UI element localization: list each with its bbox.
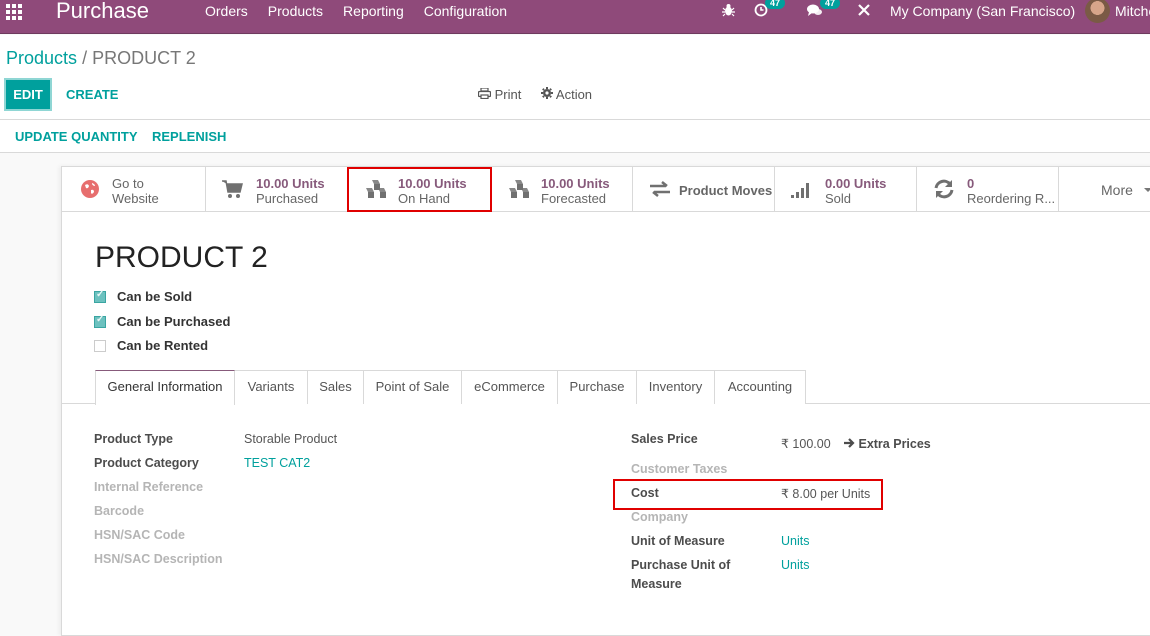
sales-price-label: Sales Price <box>631 432 698 446</box>
purchased-button[interactable]: 10.00 Units Purchased <box>206 167 348 211</box>
product-type-value: Storable Product <box>244 432 338 446</box>
activity-count-badge: 47 <box>765 0 786 9</box>
print-button[interactable]: Print <box>477 87 522 102</box>
barcode-label: Barcode <box>94 504 145 518</box>
internal-reference-label: Internal Reference <box>94 480 204 494</box>
product-type-label: Product Type <box>94 432 173 446</box>
can-be-rented-label[interactable]: Can be Rented <box>117 338 208 353</box>
control-panel: Products / PRODUCT 2 EDIT CREATE Print A… <box>0 35 1150 153</box>
breadcrumb-current: PRODUCT 2 <box>92 48 196 68</box>
action-label: Action <box>555 87 593 102</box>
cart-icon <box>222 179 244 201</box>
go-to-label: Go to <box>112 176 144 191</box>
extra-prices-label: Extra Prices <box>858 437 931 451</box>
tab-ecommerce[interactable]: eCommerce <box>462 370 558 404</box>
product-moves-button[interactable]: Product Moves <box>633 167 775 211</box>
forecasted-button[interactable]: 10.00 Units Forecasted <box>491 167 633 211</box>
product-moves-label: Product Moves <box>679 183 773 198</box>
tab-point-of-sale[interactable]: Point of Sale <box>364 370 462 404</box>
breadcrumb-separator: / <box>82 48 88 68</box>
forecasted-value: 10.00 Units <box>541 176 610 191</box>
notebook-tabs: General Information Variants Sales Point… <box>62 370 1150 405</box>
forecasted-label: Forecasted <box>541 191 607 206</box>
print-label: Print <box>494 87 522 102</box>
tools-icon[interactable] <box>857 3 871 20</box>
hsn-sac-code-label: HSN/SAC Code <box>94 528 185 542</box>
caret-down-icon <box>1144 188 1150 192</box>
menu-configuration[interactable]: Configuration <box>424 3 507 19</box>
checkbox-checked[interactable] <box>94 314 106 328</box>
cubes-icon <box>507 179 529 201</box>
purchased-value: 10.00 Units <box>256 176 325 191</box>
product-category-label: Product Category <box>94 456 199 470</box>
sold-button[interactable]: 0.00 Units Sold <box>775 167 917 211</box>
exchange-icon <box>649 179 671 201</box>
customer-taxes-label: Customer Taxes <box>631 462 728 476</box>
go-to-website-button[interactable]: Go to Website <box>62 167 206 211</box>
extra-prices-button[interactable]: Extra Prices <box>844 437 931 451</box>
debug-bug-icon[interactable] <box>722 3 735 20</box>
printer-icon <box>477 87 492 102</box>
apps-menu-icon[interactable] <box>6 4 24 20</box>
control-panel-divider <box>0 119 1150 120</box>
globe-icon <box>80 179 102 201</box>
tab-variants[interactable]: Variants <box>235 370 308 404</box>
edit-button[interactable]: EDIT <box>4 78 52 111</box>
tab-accounting[interactable]: Accounting <box>715 370 806 404</box>
purchase-uom-label-line2: Measure <box>631 577 682 591</box>
purchased-label: Purchased <box>256 191 319 206</box>
company-label: Company <box>631 510 688 524</box>
website-label: Website <box>112 191 159 206</box>
sold-value: 0.00 Units <box>825 176 887 191</box>
can-be-sold-label[interactable]: Can be Sold <box>117 289 192 304</box>
refresh-icon <box>933 179 955 201</box>
cost-highlight-box <box>613 479 883 510</box>
create-button[interactable]: CREATE <box>66 87 118 102</box>
more-label: More <box>1101 182 1133 198</box>
user-avatar[interactable] <box>1085 0 1110 23</box>
user-name[interactable]: Mitche <box>1115 3 1150 19</box>
breadcrumb: Products / PRODUCT 2 <box>6 48 196 69</box>
tab-general-information[interactable]: General Information <box>95 370 235 405</box>
arrow-right-icon <box>844 437 855 451</box>
unit-of-measure-label: Unit of Measure <box>631 534 725 548</box>
top-navbar: Purchase Orders Products Reporting Confi… <box>0 0 1150 34</box>
gear-icon <box>541 87 553 102</box>
smart-button-box: Go to Website 10.00 Units Purchased 10.0… <box>62 167 1150 212</box>
unit-of-measure-link[interactable]: Units <box>781 534 809 548</box>
product-category-link[interactable]: TEST CAT2 <box>244 456 310 470</box>
product-name: PRODUCT 2 <box>95 241 268 274</box>
more-button[interactable]: More <box>1059 167 1150 211</box>
signal-icon <box>791 179 813 201</box>
tab-purchase[interactable]: Purchase <box>558 370 637 404</box>
on-hand-highlight-box <box>347 167 492 212</box>
hsn-sac-description-label: HSN/SAC Description <box>94 552 223 566</box>
sold-label: Sold <box>825 191 852 206</box>
purchase-uom-label: Purchase Unit of <box>631 558 731 572</box>
menu-orders[interactable]: Orders <box>205 3 248 19</box>
breadcrumb-products-link[interactable]: Products <box>6 48 77 68</box>
menu-products[interactable]: Products <box>268 3 323 19</box>
message-count-badge: 47 <box>820 0 841 9</box>
company-switcher[interactable]: My Company (San Francisco) <box>890 3 1075 19</box>
update-quantity-button[interactable]: UPDATE QUANTITY <box>15 129 138 144</box>
purchase-uom-link[interactable]: Units <box>781 558 809 572</box>
app-brand[interactable]: Purchase <box>56 0 149 24</box>
action-button[interactable]: Action <box>541 87 592 102</box>
sales-price-value: ₹ 100.00 <box>781 437 831 451</box>
replenish-button[interactable]: REPLENISH <box>152 129 226 144</box>
reordering-label: Reordering R... <box>967 191 1056 206</box>
checkbox-checked[interactable] <box>94 289 106 303</box>
main-menu: Orders Products Reporting Configuration <box>205 3 527 19</box>
form-sheet: Go to Website 10.00 Units Purchased 10.0… <box>61 166 1150 636</box>
tab-sales[interactable]: Sales <box>308 370 364 404</box>
menu-reporting[interactable]: Reporting <box>343 3 404 19</box>
checkbox-unchecked[interactable] <box>94 340 106 352</box>
tab-inventory[interactable]: Inventory <box>637 370 715 404</box>
reordering-rules-button[interactable]: 0 Reordering R... <box>917 167 1059 211</box>
can-be-purchased-label[interactable]: Can be Purchased <box>117 314 230 329</box>
reordering-value: 0 <box>967 176 975 191</box>
